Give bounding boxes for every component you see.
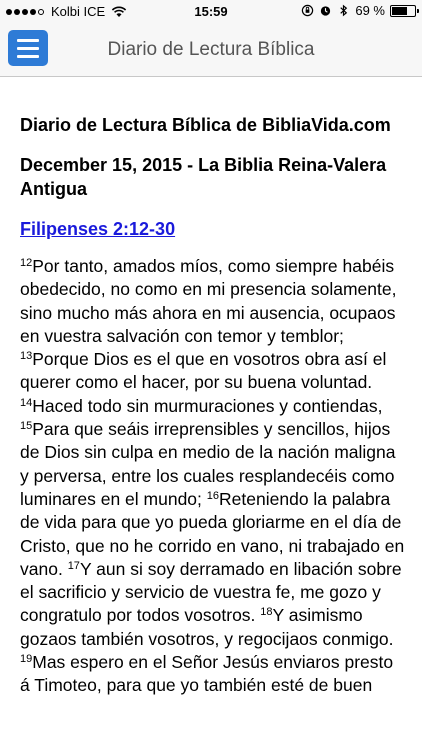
verse-text: 12Por tanto, amados míos, como siempre h… [20, 255, 405, 698]
battery-percent: 69 % [355, 3, 385, 18]
status-bar: Kolbi ICE 15:59 69 % [0, 0, 422, 22]
verse-body: Mas espero en el Señor Jesús enviaros pr… [20, 652, 394, 696]
verse-number: 15 [20, 420, 33, 433]
page-title: Diario de Lectura Bíblica [107, 39, 315, 60]
battery-fill [392, 6, 407, 15]
verse-body: Por tanto, amados míos, como siempre hab… [20, 256, 397, 346]
reading-content: Diario de Lectura Bíblica de BibliaVida.… [20, 77, 405, 698]
verse-number: 19 [20, 653, 33, 666]
verse-number: 12 [20, 257, 33, 269]
navigation-bar: Diario de Lectura Bíblica [0, 22, 422, 77]
battery-icon [390, 4, 419, 17]
verse-number: 17 [67, 559, 80, 572]
verse-number: 14 [20, 396, 33, 409]
verse-number: 18 [260, 606, 273, 619]
date-heading: December 15, 2015 - La Biblia Reina-Vale… [20, 155, 387, 199]
verse-number: 13 [20, 350, 33, 363]
verse-body: Haced todo sin murmuraciones y contienda… [32, 395, 383, 416]
orientation-lock-icon [302, 4, 314, 17]
passage-link[interactable]: Filipenses 2:12-30 [20, 217, 175, 241]
bluetooth-icon [340, 4, 348, 17]
verse-body: Porque Dios es el que en vosotros obra a… [20, 349, 387, 393]
status-right: 69 % [301, 3, 419, 18]
site-heading: Diario de Lectura Bíblica de BibliaVida.… [20, 115, 391, 135]
battery-tip [417, 8, 419, 13]
verse-number: 16 [206, 489, 220, 502]
alarm-icon [321, 6, 331, 16]
